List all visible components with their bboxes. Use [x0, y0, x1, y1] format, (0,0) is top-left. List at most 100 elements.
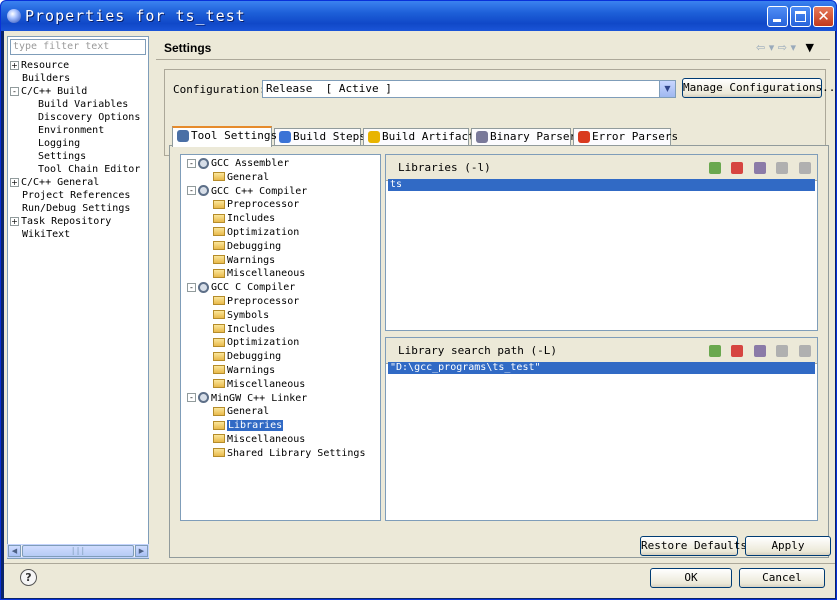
close-button[interactable]: ✕: [813, 6, 834, 27]
bottom-divider: [4, 563, 835, 564]
configuration-select[interactable]: Release [ Active ] ▼: [262, 80, 676, 98]
delete-icon[interactable]: [731, 345, 744, 357]
properties-window: Properties for ts_test ✕ type filter tex…: [0, 0, 837, 600]
tree-item[interactable]: - C/C++ Build: [10, 85, 140, 98]
tool-tree-label: Miscellaneous: [227, 433, 306, 445]
move-down-icon[interactable]: [799, 162, 811, 174]
tree-item[interactable]: Build Variables: [10, 98, 140, 111]
option-node[interactable]: Miscellaneous: [187, 378, 365, 392]
list-item[interactable]: "D:\gcc_programs\ts_test": [388, 362, 815, 374]
tree-item[interactable]: Tool Chain Editor: [10, 163, 140, 176]
collapse-icon[interactable]: -: [187, 158, 196, 168]
option-node[interactable]: Includes: [187, 323, 365, 337]
collapse-icon[interactable]: -: [187, 393, 196, 403]
tool-tree-label: Optimization: [227, 337, 300, 349]
edit-icon[interactable]: [753, 345, 766, 357]
tree-item[interactable]: Settings: [10, 150, 140, 163]
tab-binary-parsers[interactable]: Binary Parsers: [471, 128, 583, 146]
tab-label: Build Artifact: [382, 130, 475, 143]
tree-item[interactable]: + C/C++ General: [10, 176, 140, 189]
option-folder-icon: [213, 255, 225, 265]
tool-tree-label: General: [227, 171, 270, 183]
tree-item-label: Run/Debug Settings: [22, 203, 131, 214]
move-up-icon[interactable]: [776, 162, 789, 174]
option-node[interactable]: Symbols: [187, 309, 365, 323]
back-arrow-icon[interactable]: ⇦ ▾: [756, 41, 774, 54]
option-node[interactable]: Libraries: [187, 419, 365, 433]
tab-tool-settings[interactable]: Tool Settings: [172, 126, 277, 147]
expand-icon[interactable]: +: [10, 216, 19, 226]
expand-icon[interactable]: +: [10, 60, 19, 70]
tree-item-label: Tool Chain Editor: [38, 164, 141, 175]
collapse-icon[interactable]: -: [187, 186, 196, 196]
tool-tree-label: Warnings: [227, 364, 276, 376]
tab-build-steps[interactable]: Build Steps: [274, 128, 366, 146]
option-node[interactable]: Warnings: [187, 254, 365, 268]
option-folder-icon: [213, 241, 225, 251]
option-node[interactable]: General: [187, 171, 365, 185]
tree-item[interactable]: + Resource: [10, 59, 140, 72]
tree-item[interactable]: Logging: [10, 137, 140, 150]
tree-item[interactable]: Discovery Options: [10, 111, 140, 124]
title-bar[interactable]: Properties for ts_test ✕: [1, 1, 836, 31]
list-item[interactable]: ts: [388, 179, 815, 191]
help-icon[interactable]: ?: [20, 569, 37, 586]
library-search-path-panel: Library search path (-L) "D:\gcc_program…: [385, 337, 818, 521]
tool-tree-label: Optimization: [227, 226, 300, 238]
option-node[interactable]: Miscellaneous: [187, 267, 365, 281]
cancel-button[interactable]: Cancel: [739, 568, 825, 588]
option-node[interactable]: Warnings: [187, 364, 365, 378]
tree-item[interactable]: Builders: [10, 72, 140, 85]
edit-icon[interactable]: [753, 162, 766, 174]
option-folder-icon: [213, 227, 225, 237]
option-node[interactable]: Optimization: [187, 226, 365, 240]
minimize-button[interactable]: [767, 6, 788, 27]
delete-icon[interactable]: [731, 162, 744, 174]
option-node[interactable]: Shared Library Settings: [187, 447, 365, 461]
option-node[interactable]: Preprocessor: [187, 198, 365, 212]
tool-node[interactable]: - GCC C++ Compiler: [187, 185, 365, 199]
option-node[interactable]: Debugging: [187, 240, 365, 254]
tab-error-parsers[interactable]: Error Parsers: [573, 128, 678, 146]
option-node[interactable]: General: [187, 405, 365, 419]
tree-item[interactable]: WikiText: [10, 228, 140, 241]
scroll-left-icon[interactable]: ◀: [8, 545, 21, 557]
filter-input[interactable]: type filter text: [10, 39, 146, 55]
option-node[interactable]: Miscellaneous: [187, 433, 365, 447]
tool-node[interactable]: - GCC C Compiler: [187, 281, 365, 295]
expand-icon[interactable]: +: [10, 177, 19, 187]
forward-arrow-icon[interactable]: ⇨ ▾: [778, 41, 796, 54]
scroll-right-icon[interactable]: ▶: [135, 545, 148, 557]
collapse-icon[interactable]: -: [10, 86, 19, 96]
tool-node[interactable]: - GCC Assembler: [187, 157, 365, 171]
eclipse-icon: [7, 9, 21, 23]
view-menu-icon[interactable]: ▼: [806, 41, 814, 54]
tab-build-artifact[interactable]: Build Artifact: [363, 128, 475, 146]
tree-item[interactable]: Run/Debug Settings: [10, 202, 140, 215]
apply-button[interactable]: Apply: [745, 536, 831, 556]
tree-item[interactable]: Environment: [10, 124, 140, 137]
option-node[interactable]: Preprocessor: [187, 295, 365, 309]
move-down-icon[interactable]: [799, 345, 811, 357]
tool-node[interactable]: - MinGW C++ Linker: [187, 392, 365, 406]
ok-button[interactable]: OK: [650, 568, 732, 588]
collapse-icon[interactable]: -: [187, 282, 196, 292]
option-folder-icon: [213, 365, 225, 375]
tree-item[interactable]: Project References: [10, 189, 140, 202]
manage-configurations-button[interactable]: Manage Configurations...: [682, 78, 836, 98]
tree-item[interactable]: + Task Repository: [10, 215, 140, 228]
scroll-thumb[interactable]: |||: [22, 545, 134, 557]
tree-item-label: C/C++ General: [21, 177, 100, 188]
add-icon[interactable]: [708, 162, 721, 174]
tool-tree-label: Libraries: [227, 420, 284, 432]
option-node[interactable]: Includes: [187, 212, 365, 226]
tab-icon: [578, 131, 590, 143]
restore-defaults-button[interactable]: Restore Defaults: [640, 536, 747, 556]
horizontal-scrollbar[interactable]: ◀ ||| ▶: [7, 544, 149, 558]
maximize-button[interactable]: [790, 6, 811, 27]
option-node[interactable]: Optimization: [187, 336, 365, 350]
dropdown-arrow-icon[interactable]: ▼: [659, 81, 675, 97]
add-icon[interactable]: [708, 345, 721, 357]
option-node[interactable]: Debugging: [187, 350, 365, 364]
move-up-icon[interactable]: [776, 345, 789, 357]
